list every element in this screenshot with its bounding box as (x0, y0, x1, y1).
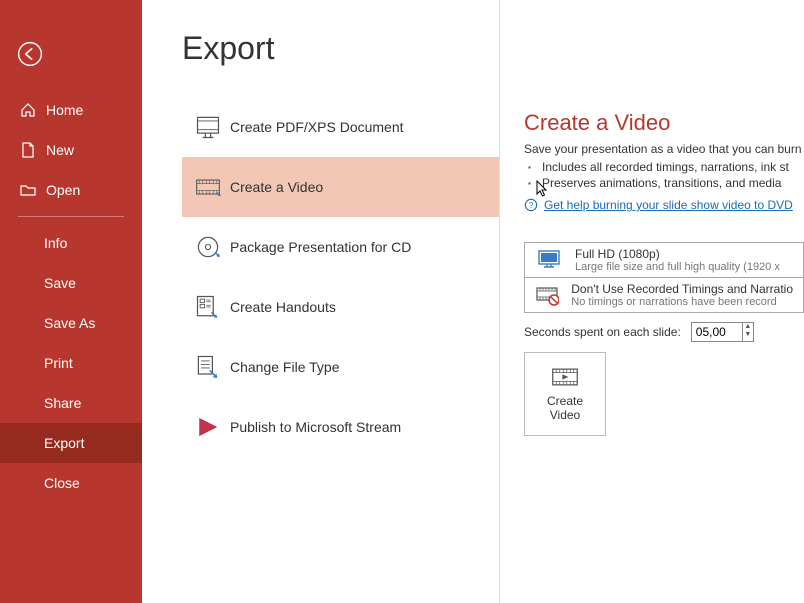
nav-home[interactable]: Home (0, 90, 142, 130)
nav-label: New (46, 142, 74, 158)
nav-save-as[interactable]: Save As (0, 303, 142, 343)
filmstrip-icon (551, 366, 579, 388)
export-option-label: Create a Video (230, 179, 323, 195)
nav-label: Open (46, 182, 80, 198)
nav-label: Print (44, 355, 73, 371)
back-button[interactable] (16, 40, 142, 68)
timings-dropdown[interactable]: Don't Use Recorded Timings and Narratio … (524, 277, 804, 313)
back-arrow-icon (16, 40, 44, 68)
change-file-type-icon (194, 353, 222, 381)
pdf-xps-icon (194, 113, 222, 141)
quality-subtitle: Large file size and full high quality (1… (575, 261, 780, 273)
seconds-spinner[interactable]: ▲ ▼ (691, 322, 754, 342)
new-doc-icon (20, 142, 36, 158)
handouts-icon (194, 293, 222, 321)
nav-open[interactable]: Open (0, 170, 142, 210)
nav-close[interactable]: Close (0, 463, 142, 503)
home-icon (20, 102, 36, 118)
bullet-item: Preserves animations, transitions, and m… (542, 176, 804, 190)
video-quality-dropdown[interactable]: Full HD (1080p) Large file size and full… (524, 242, 804, 278)
export-option-pdf-xps[interactable]: Create PDF/XPS Document (182, 97, 499, 157)
detail-heading: Create a Video (524, 110, 804, 136)
export-option-video[interactable]: Create a Video (182, 157, 499, 217)
seconds-row: Seconds spent on each slide: ▲ ▼ (524, 322, 804, 342)
nav-label: Save As (44, 315, 95, 331)
detail-subtitle: Save your presentation as a video that y… (524, 142, 804, 156)
nav-print[interactable]: Print (0, 343, 142, 383)
nav-share[interactable]: Share (0, 383, 142, 423)
seconds-label: Seconds spent on each slide: (524, 325, 681, 339)
export-option-handouts[interactable]: Create Handouts (182, 277, 499, 337)
cd-icon (194, 233, 222, 261)
seconds-input[interactable] (692, 323, 742, 341)
export-option-label: Change File Type (230, 359, 339, 375)
export-option-label: Publish to Microsoft Stream (230, 419, 401, 435)
nav-label: Save (44, 275, 76, 291)
help-link-row: ? Get help burning your slide show video… (524, 198, 804, 212)
detail-bullets: Includes all recorded timings, narration… (542, 160, 804, 190)
nav-new[interactable]: New (0, 130, 142, 170)
export-option-package-cd[interactable]: Package Presentation for CD (182, 217, 499, 277)
video-icon (194, 173, 222, 201)
export-option-label: Create Handouts (230, 299, 336, 315)
monitor-icon (537, 248, 561, 272)
help-link[interactable]: Get help burning your slide show video t… (544, 198, 793, 212)
timings-subtitle: No timings or narrations have been recor… (571, 296, 793, 308)
nav-label: Home (46, 102, 83, 118)
backstage-sidebar: Home New Open Info Save Save As Print Sh… (0, 0, 142, 603)
create-video-button-label: CreateVideo (547, 394, 583, 422)
nav-label: Share (44, 395, 81, 411)
export-detail-panel: Create a Video Save your presentation as… (500, 0, 804, 603)
nav-export[interactable]: Export (0, 423, 142, 463)
nav-label: Info (44, 235, 67, 251)
export-options-panel: Export Create PDF/XPS Document Create a … (142, 0, 500, 603)
page-title: Export (182, 30, 499, 67)
filmstrip-no-icon (535, 283, 559, 307)
export-option-change-file-type[interactable]: Change File Type (182, 337, 499, 397)
export-option-label: Create PDF/XPS Document (230, 119, 404, 135)
nav-label: Close (44, 475, 80, 491)
nav-label: Export (44, 435, 84, 451)
quality-title: Full HD (1080p) (575, 247, 780, 261)
create-video-button[interactable]: CreateVideo (524, 352, 606, 436)
spinner-down[interactable]: ▼ (743, 331, 753, 339)
help-icon: ? (524, 198, 538, 212)
export-option-stream[interactable]: Publish to Microsoft Stream (182, 397, 499, 457)
nav-save[interactable]: Save (0, 263, 142, 303)
nav-info[interactable]: Info (0, 223, 142, 263)
open-folder-icon (20, 182, 36, 198)
bullet-item: Includes all recorded timings, narration… (542, 160, 804, 174)
nav-divider (18, 216, 124, 217)
stream-icon (194, 413, 222, 441)
spinner-up[interactable]: ▲ (743, 323, 753, 331)
svg-text:?: ? (529, 201, 534, 210)
timings-title: Don't Use Recorded Timings and Narratio (571, 282, 793, 296)
export-option-label: Package Presentation for CD (230, 239, 411, 255)
